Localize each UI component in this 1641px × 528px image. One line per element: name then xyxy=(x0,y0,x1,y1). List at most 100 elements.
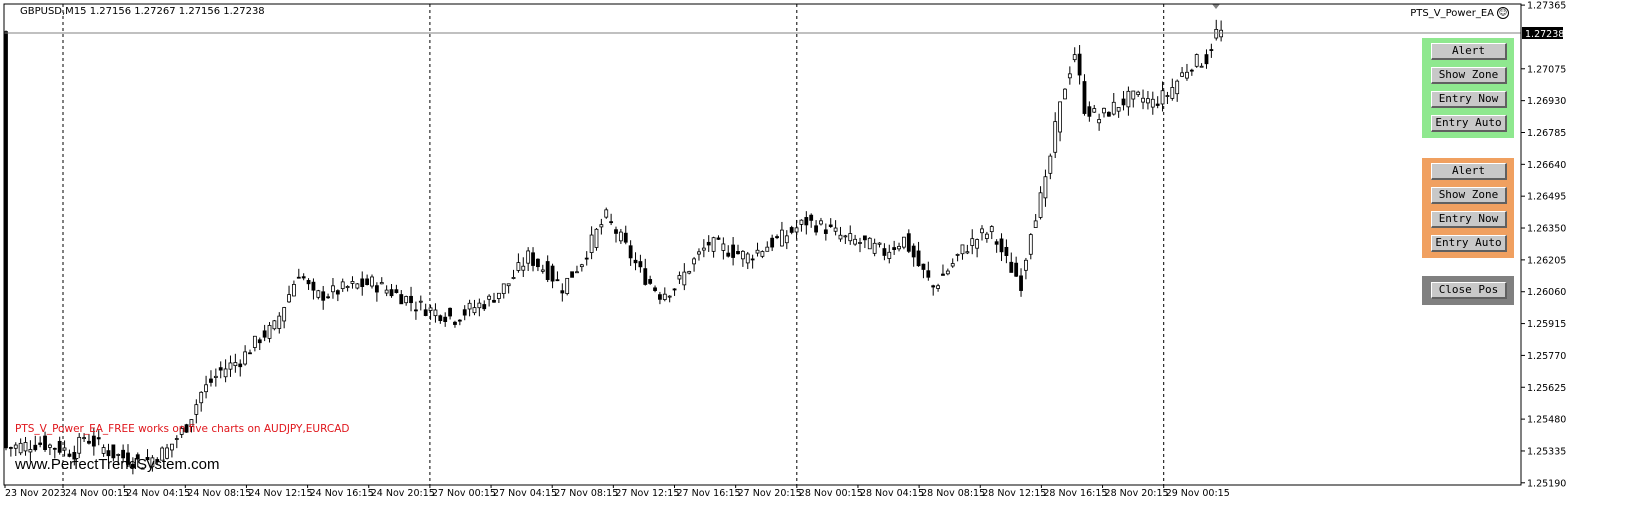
bull-candle xyxy=(1097,119,1102,124)
bull-candle xyxy=(1102,107,1106,114)
bull-candle xyxy=(980,228,984,234)
bear-candle xyxy=(209,378,213,383)
bull-candle xyxy=(477,302,482,309)
x-axis-tick-label: 24 Nov 04:15 xyxy=(126,488,190,499)
bear-candle xyxy=(448,307,452,317)
bear-candle xyxy=(1019,275,1023,291)
bull-candle xyxy=(233,362,238,367)
bull-candle xyxy=(350,281,355,284)
x-axis-tick-label: 28 Nov 20:15 xyxy=(1105,488,1169,499)
bull-candle xyxy=(277,315,282,329)
close-position-button[interactable]: Close Pos xyxy=(1431,282,1507,299)
y-axis-tick-label: 1.26495 xyxy=(1527,192,1566,203)
bear-candle xyxy=(443,316,448,322)
bull-candle xyxy=(1126,90,1131,108)
chart-window[interactable]: 1.27365 1.27075 1.26930 1.26785 1.26640 1.264… xyxy=(0,0,1641,528)
alert-button[interactable]: Alert xyxy=(1431,163,1507,180)
bull-candle xyxy=(540,269,545,272)
bear-candle xyxy=(57,440,62,453)
bear-candle xyxy=(643,268,648,285)
bull-candle xyxy=(194,404,199,415)
bear-candle xyxy=(365,278,370,285)
panel-grey: Close Pos xyxy=(1422,276,1514,305)
entry-auto-button[interactable]: Entry Auto xyxy=(1431,235,1507,252)
bull-candle xyxy=(487,295,492,300)
chart-canvas[interactable]: 1.27365 1.27075 1.26930 1.26785 1.26640 1.264… xyxy=(0,0,1641,528)
x-axis-tick-label: 24 Nov 20:15 xyxy=(371,488,435,499)
x-axis-tick-label: 24 Nov 12:15 xyxy=(248,488,312,499)
bull-candle xyxy=(170,443,174,451)
bear-candle xyxy=(892,247,897,250)
bull-candle xyxy=(28,449,33,453)
bear-candle xyxy=(423,309,428,316)
bull-candle xyxy=(887,251,892,259)
bear-candle xyxy=(43,435,47,450)
plot-frame xyxy=(3,3,1522,486)
bear-candle xyxy=(736,251,740,255)
bear-candle xyxy=(916,250,921,267)
x-axis-tick-label: 28 Nov 04:15 xyxy=(860,488,924,499)
entry-now-button[interactable]: Entry Now xyxy=(1431,211,1507,228)
bull-candle xyxy=(213,375,218,378)
symbol-info: GBPUSD,M15 1.27156 1.27267 1.27156 1.272… xyxy=(20,6,265,17)
y-axis-tick-label: 1.26350 xyxy=(1527,224,1566,235)
bull-candle xyxy=(418,300,423,303)
bear-candle xyxy=(8,447,13,449)
show-zone-button[interactable]: Show Zone xyxy=(1431,187,1507,204)
bull-candle xyxy=(243,351,248,365)
y-axis-tick-label: 1.25915 xyxy=(1527,319,1566,330)
bull-candle xyxy=(579,264,584,268)
bear-candle xyxy=(570,271,574,278)
bull-candle xyxy=(228,362,233,370)
bull-candle xyxy=(682,271,687,286)
bull-candle xyxy=(1116,107,1121,112)
bull-candle xyxy=(1141,97,1145,103)
bull-candle xyxy=(1058,101,1062,133)
bear-candle xyxy=(584,257,589,260)
bull-candle xyxy=(711,237,716,252)
bear-candle xyxy=(531,252,535,266)
alert-button[interactable]: Alert xyxy=(1431,43,1507,60)
bull-candle xyxy=(1063,88,1067,100)
bear-candle xyxy=(1087,106,1092,117)
bull-candle xyxy=(18,442,23,454)
bear-candle xyxy=(623,232,628,243)
bull-candle xyxy=(945,270,950,275)
bear-candle xyxy=(296,276,301,279)
bull-candle xyxy=(701,247,706,251)
bear-candle xyxy=(672,288,677,291)
bull-candle xyxy=(765,246,770,252)
bull-candle xyxy=(340,281,345,290)
bull-candle xyxy=(1165,95,1170,97)
y-axis-tick-label: 1.25625 xyxy=(1527,383,1566,394)
y-axis-tick-label: 1.26930 xyxy=(1527,96,1566,107)
ea-label: PTS_V_Power_EA ☺ xyxy=(1410,7,1509,19)
entry-now-button[interactable]: Entry Now xyxy=(1431,91,1507,108)
bull-candle xyxy=(799,219,804,225)
bull-candle xyxy=(740,250,745,260)
bear-candle xyxy=(326,296,330,299)
show-zone-button[interactable]: Show Zone xyxy=(1431,67,1507,84)
bull-candle xyxy=(82,437,86,440)
bear-candle xyxy=(1209,49,1214,51)
entry-auto-button[interactable]: Entry Auto xyxy=(1431,115,1507,132)
bull-candle xyxy=(331,285,335,293)
bear-candle xyxy=(248,352,252,355)
bear-candle xyxy=(262,330,267,338)
bear-candle xyxy=(218,367,223,371)
bull-candle xyxy=(199,391,204,404)
y-axis-tick-label: 1.25480 xyxy=(1527,415,1566,426)
bear-candle xyxy=(462,309,467,316)
x-axis-tick-label: 28 Nov 16:15 xyxy=(1043,488,1107,499)
bull-candle xyxy=(594,228,599,248)
bull-candle xyxy=(1131,90,1136,100)
bull-candle xyxy=(384,289,389,294)
bull-candle xyxy=(223,368,228,378)
bear-candle xyxy=(301,276,306,279)
y-axis-tick-label: 1.26060 xyxy=(1527,287,1566,298)
bear-candle xyxy=(658,294,662,300)
bear-candle xyxy=(999,238,1004,253)
x-axis-tick-label: 23 Nov 2023 xyxy=(5,488,66,499)
bull-candle xyxy=(833,227,838,232)
y-axis-tick-label: 1.25770 xyxy=(1527,351,1566,362)
